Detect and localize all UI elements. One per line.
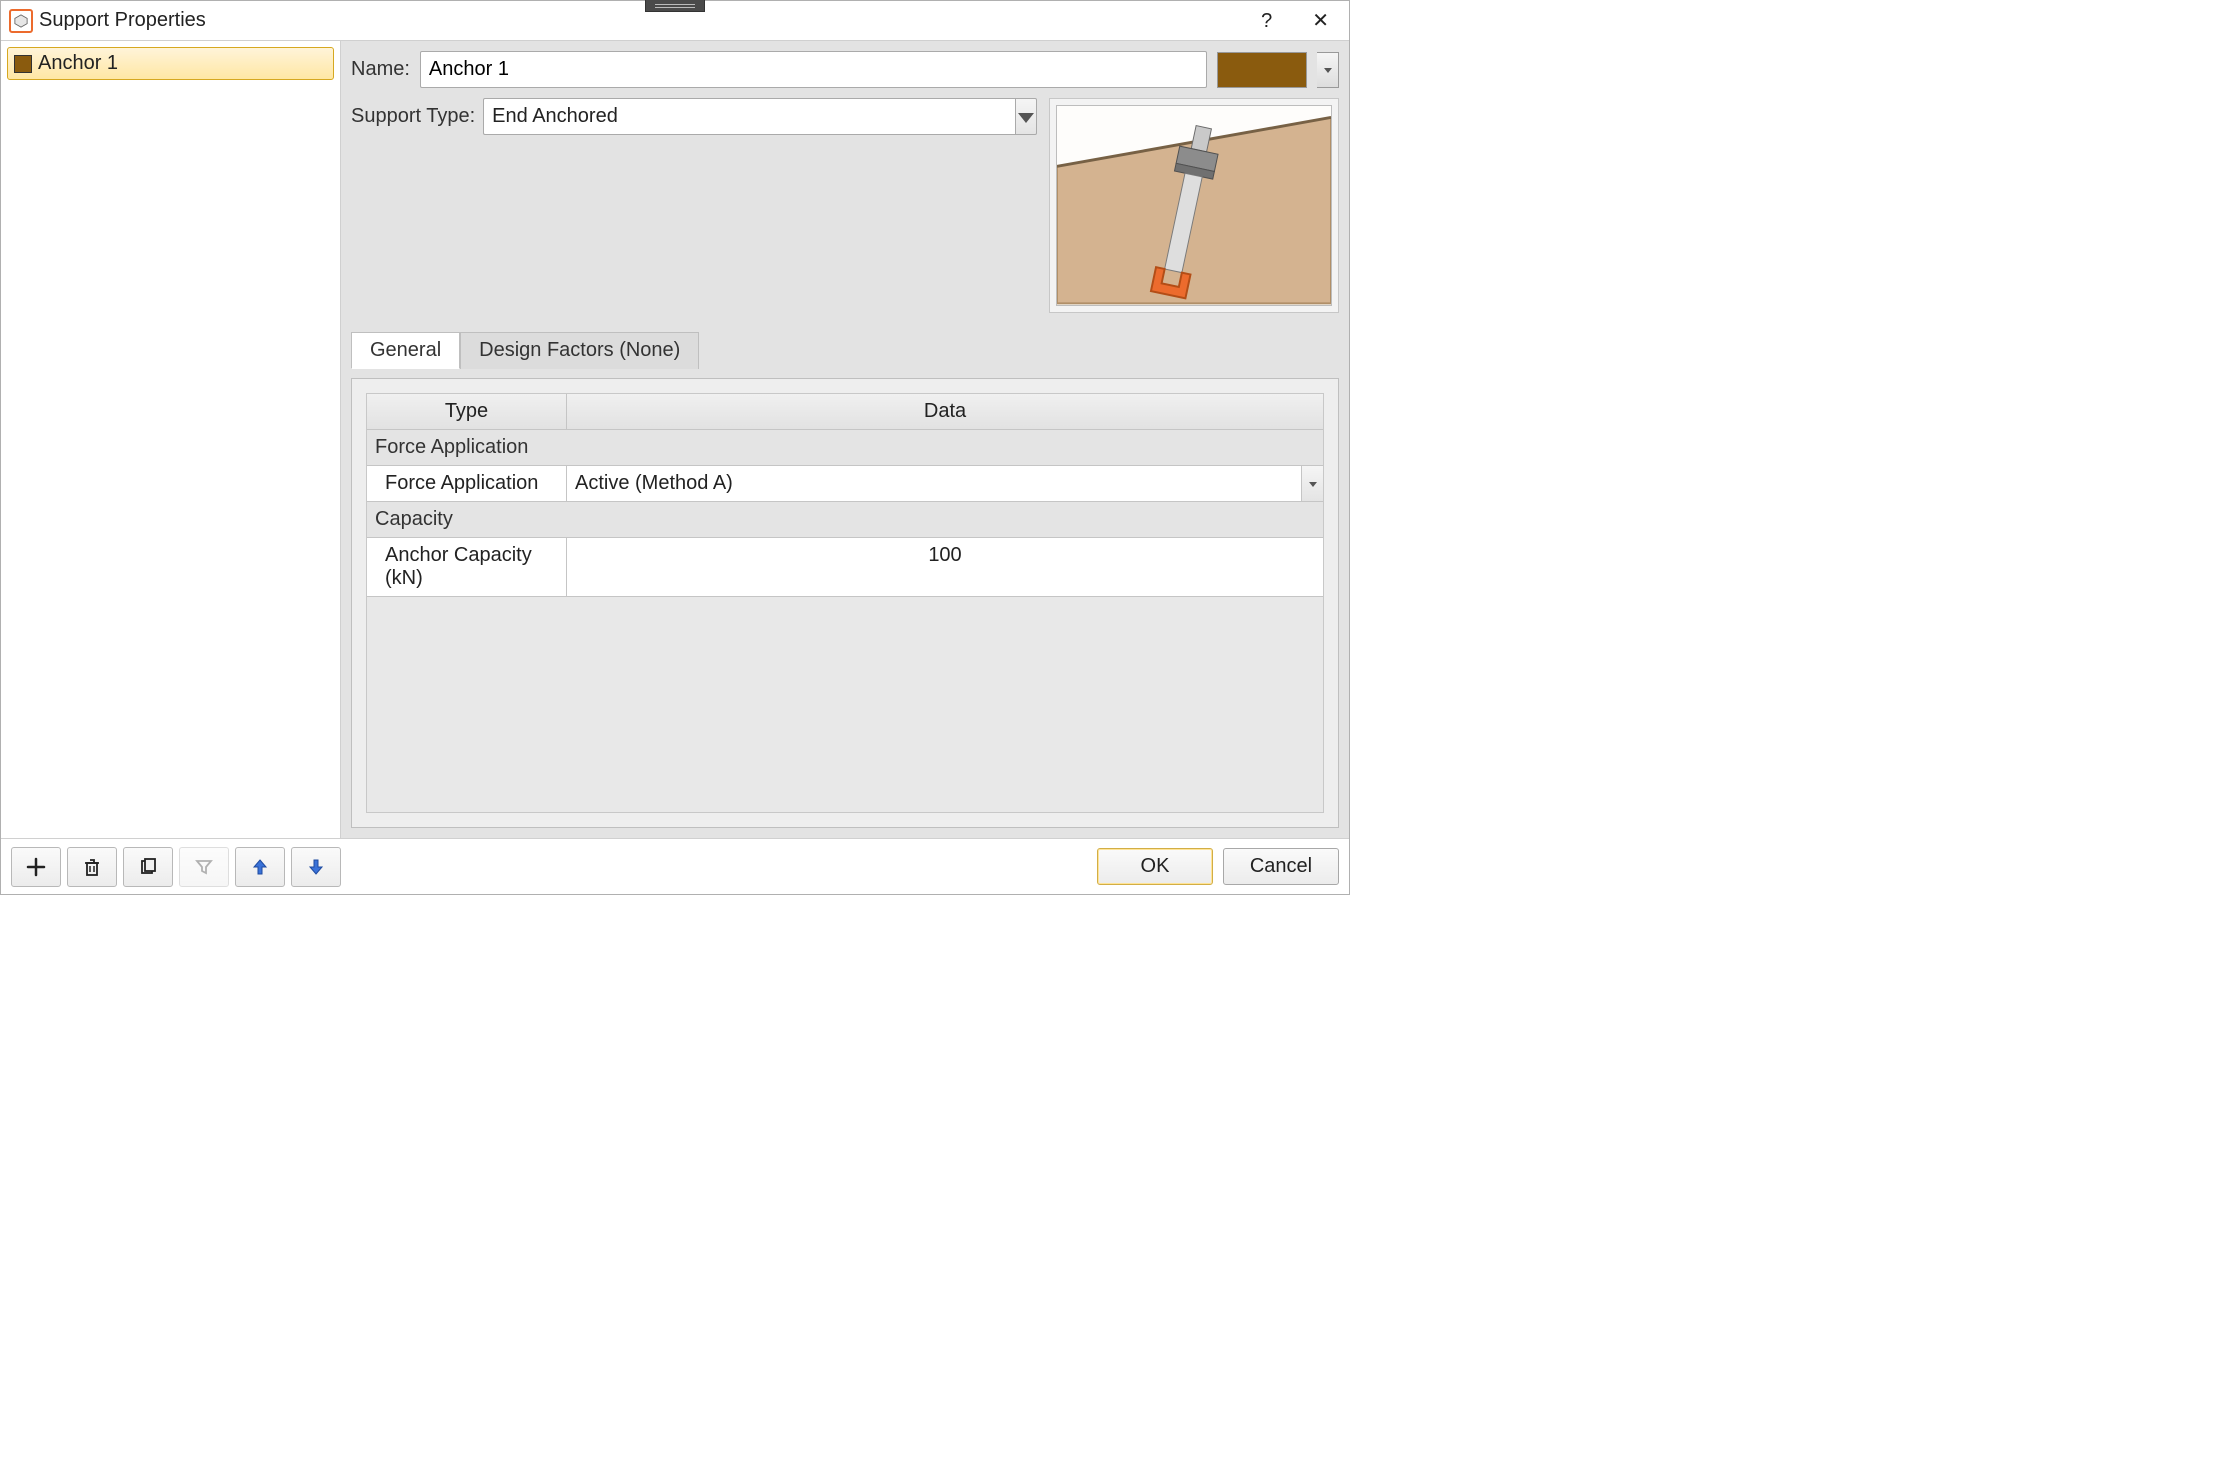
support-type-row: Support Type: End Anchored <box>351 98 1037 135</box>
section-capacity: Capacity <box>367 502 1323 538</box>
dialog-window: Support Properties ? ✕ Anchor 1 Name: <box>0 0 1350 895</box>
row-anchor-capacity: Anchor Capacity (kN) 100 <box>367 538 1323 597</box>
app-icon <box>9 9 33 33</box>
drag-grip[interactable] <box>645 0 705 12</box>
color-dropdown-button[interactable] <box>1317 52 1339 88</box>
header-data: Data <box>567 394 1323 429</box>
titlebar: Support Properties ? ✕ <box>1 1 1349 41</box>
support-type-value: End Anchored <box>483 98 1015 135</box>
ok-button[interactable]: OK <box>1097 848 1213 885</box>
preview-box <box>1049 98 1339 313</box>
anchor-capacity-value: 100 <box>567 538 1323 596</box>
content-area: Anchor 1 Name: Support Type: En <box>1 41 1349 838</box>
upper-left: Support Type: End Anchored <box>351 98 1037 135</box>
dialog-title: Support Properties <box>39 9 206 32</box>
sidebar: Anchor 1 <box>1 41 341 838</box>
delete-button[interactable] <box>67 847 117 887</box>
cell-type: Anchor Capacity (kN) <box>367 538 567 596</box>
row-force-application: Force Application Active (Method A) <box>367 466 1323 502</box>
list-item[interactable]: Anchor 1 <box>7 47 334 80</box>
cancel-button[interactable]: Cancel <box>1223 848 1339 885</box>
cell-type: Force Application <box>367 466 567 501</box>
support-list: Anchor 1 <box>1 41 340 838</box>
property-table: Type Data Force Application Force Applic… <box>366 393 1324 813</box>
support-type-label: Support Type: <box>351 105 475 128</box>
chevron-down-icon[interactable] <box>1015 98 1037 135</box>
header-type: Type <box>367 394 567 429</box>
chevron-down-icon[interactable] <box>1301 466 1323 501</box>
toolbar <box>11 847 341 887</box>
name-label: Name: <box>351 58 410 81</box>
close-icon[interactable]: ✕ <box>1304 7 1337 35</box>
help-icon[interactable]: ? <box>1253 7 1280 35</box>
list-item-label: Anchor 1 <box>38 52 118 75</box>
cell-data[interactable]: Active (Method A) <box>567 466 1323 501</box>
table-header: Type Data <box>367 394 1323 430</box>
move-down-button[interactable] <box>291 847 341 887</box>
tab-design-factors[interactable]: Design Factors (None) <box>460 332 699 369</box>
footer: OK Cancel <box>1 838 1349 894</box>
cell-data[interactable]: 100 <box>567 538 1323 596</box>
tab-body: Type Data Force Application Force Applic… <box>351 378 1339 828</box>
tabstrip: General Design Factors (None) <box>351 331 1339 368</box>
name-row: Name: <box>351 51 1339 88</box>
support-type-combo[interactable]: End Anchored <box>483 98 1037 135</box>
filter-button[interactable] <box>179 847 229 887</box>
preview-graphic <box>1056 105 1332 306</box>
tab-general[interactable]: General <box>351 332 460 369</box>
color-swatch-button[interactable] <box>1217 52 1307 88</box>
section-force-application: Force Application <box>367 430 1323 466</box>
name-input[interactable] <box>420 51 1207 88</box>
force-application-value: Active (Method A) <box>567 466 1301 501</box>
main-pane: Name: Support Type: End Anchored <box>341 41 1349 838</box>
add-button[interactable] <box>11 847 61 887</box>
move-up-button[interactable] <box>235 847 285 887</box>
upper-area: Support Type: End Anchored <box>351 98 1339 313</box>
list-item-swatch <box>14 55 32 73</box>
copy-button[interactable] <box>123 847 173 887</box>
